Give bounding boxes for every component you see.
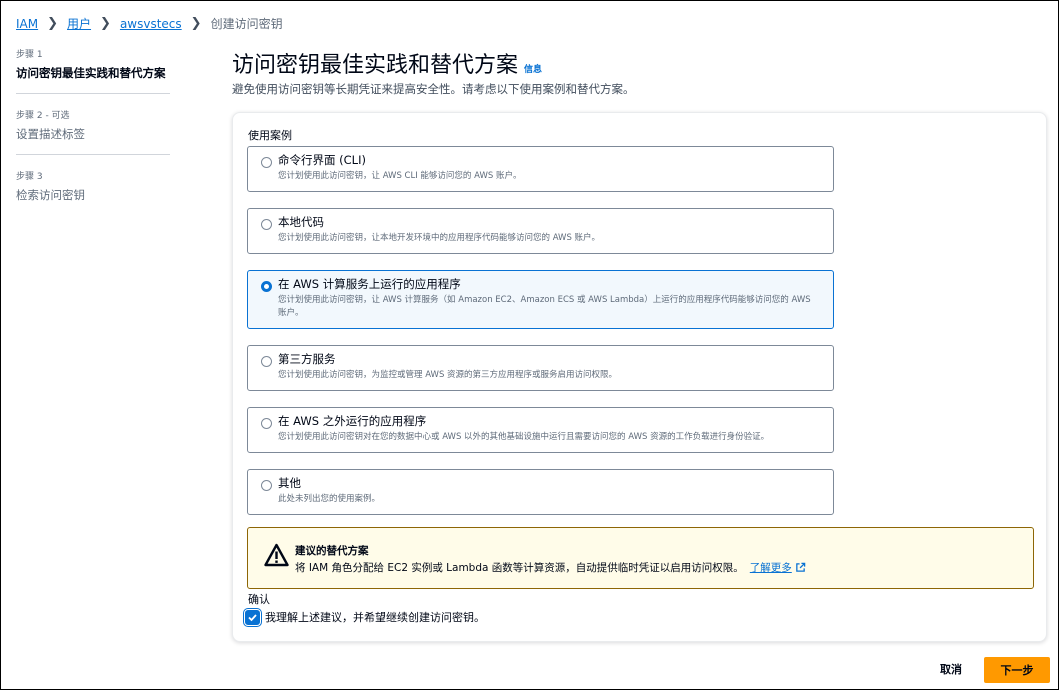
radio-button[interactable] — [261, 418, 272, 429]
confirm-checkbox[interactable] — [243, 607, 262, 627]
option-description: 此处未列出您的使用案例。 — [278, 494, 381, 504]
alert-title: 建议的替代方案 — [295, 545, 369, 557]
option-cli[interactable]: 命令行界面 (CLI) 您计划使用此访问密钥，让 AWS CLI 能够访问您的 … — [247, 146, 834, 192]
radio-button[interactable] — [261, 219, 272, 230]
wizard-steps: 步骤 1 访问密钥最佳实践和替代方案 步骤 2 - 可选 设置描述标签 步骤 3… — [16, 47, 170, 229]
confirm-label: 确认 — [248, 593, 270, 606]
breadcrumb-user[interactable]: awsvstecs — [120, 17, 182, 31]
option-title: 在 AWS 之外运行的应用程序 — [278, 414, 427, 428]
learn-more-link[interactable]: 了解更多 — [750, 560, 792, 575]
option-aws-compute[interactable]: 在 AWS 计算服务上运行的应用程序 您计划使用此访问密钥，让 AWS 计算服务… — [247, 270, 834, 329]
step-3: 步骤 3 检索访问密钥 — [16, 169, 170, 215]
step-number: 步骤 1 — [16, 50, 43, 60]
info-link[interactable]: 信息 — [524, 62, 542, 75]
radio-button[interactable] — [261, 157, 272, 168]
alert-text: 将 IAM 角色分配给 EC2 实例或 Lambda 函数等计算资源，自动提供临… — [295, 562, 744, 574]
page-title: 访问密钥最佳实践和替代方案 信息 — [232, 47, 542, 79]
page-description: 避免使用访问密钥等长期凭证来提高安全性。请考虑以下使用案例和替代方案。 — [232, 82, 635, 96]
option-title: 命令行界面 (CLI) — [278, 153, 366, 167]
chevron-right-icon: ❯ — [47, 16, 59, 31]
option-description: 您计划使用此访问密钥，为监控或管理 AWS 资源的第三方应用程序或服务启用访问权… — [278, 370, 618, 380]
option-outside-aws[interactable]: 在 AWS 之外运行的应用程序 您计划使用此访问密钥对在您的数据中心或 AWS … — [247, 407, 834, 453]
breadcrumb-users[interactable]: 用户 — [67, 15, 91, 32]
option-title: 第三方服务 — [278, 352, 336, 366]
page-title-text: 访问密钥最佳实践和替代方案 — [232, 53, 519, 78]
use-case-label: 使用案例 — [248, 129, 292, 142]
radio-button[interactable] — [261, 480, 272, 491]
breadcrumb-current: 创建访问密钥 — [210, 17, 283, 31]
step-title: 访问密钥最佳实践和替代方案 — [16, 66, 166, 80]
option-title: 其他 — [278, 476, 301, 490]
option-description: 您计划使用此访问密钥，让本地开发环境中的应用程序代码能够访问您的 AWS 账户。 — [278, 233, 601, 243]
option-description: 您计划使用此访问密钥对在您的数据中心或 AWS 以外的其他基础设施中运行且需要访… — [278, 432, 770, 442]
option-description: 您计划使用此访问密钥，让 AWS 计算服务（如 Amazon EC2、Amazo… — [278, 295, 811, 318]
step-title: 设置描述标签 — [16, 127, 85, 141]
step-number: 步骤 3 — [16, 172, 43, 182]
step-number: 步骤 2 - 可选 — [16, 111, 70, 121]
chevron-right-icon: ❯ — [100, 16, 111, 31]
warning-icon — [264, 543, 289, 567]
breadcrumb: IAM ❯ 用户 ❯ awsvstecs ❯ 创建访问密钥 — [16, 15, 283, 32]
step-1: 步骤 1 访问密钥最佳实践和替代方案 — [16, 47, 170, 94]
option-title: 在 AWS 计算服务上运行的应用程序 — [278, 277, 461, 291]
chevron-right-icon: ❯ — [190, 16, 202, 31]
next-button[interactable]: 下一步 — [984, 657, 1050, 683]
option-title: 本地代码 — [278, 215, 324, 229]
radio-button-selected[interactable] — [261, 281, 272, 292]
checkmark-icon — [248, 613, 257, 621]
breadcrumb-iam[interactable]: IAM — [16, 17, 38, 31]
option-third-party[interactable]: 第三方服务 您计划使用此访问密钥，为监控或管理 AWS 资源的第三方应用程序或服… — [247, 345, 834, 391]
option-other[interactable]: 其他 此处未列出您的使用案例。 — [247, 469, 834, 515]
option-local-code[interactable]: 本地代码 您计划使用此访问密钥，让本地开发环境中的应用程序代码能够访问您的 AW… — [247, 208, 834, 254]
external-link-icon[interactable] — [795, 562, 806, 573]
step-2: 步骤 2 - 可选 设置描述标签 — [16, 108, 170, 155]
step-title: 检索访问密钥 — [16, 188, 85, 202]
radio-button[interactable] — [261, 356, 272, 367]
confirm-row: 我理解上述建议，并希望继续创建访问密钥。 — [243, 607, 485, 627]
alternative-alert: 建议的替代方案 将 IAM 角色分配给 EC2 实例或 Lambda 函数等计算… — [247, 527, 1034, 589]
option-description: 您计划使用此访问密钥，让 AWS CLI 能够访问您的 AWS 账户。 — [278, 171, 522, 181]
confirm-text: 我理解上述建议，并希望继续创建访问密钥。 — [265, 611, 485, 624]
alert-body: 将 IAM 角色分配给 EC2 实例或 Lambda 函数等计算资源，自动提供临… — [295, 560, 806, 575]
cancel-button[interactable]: 取消 — [927, 657, 975, 681]
